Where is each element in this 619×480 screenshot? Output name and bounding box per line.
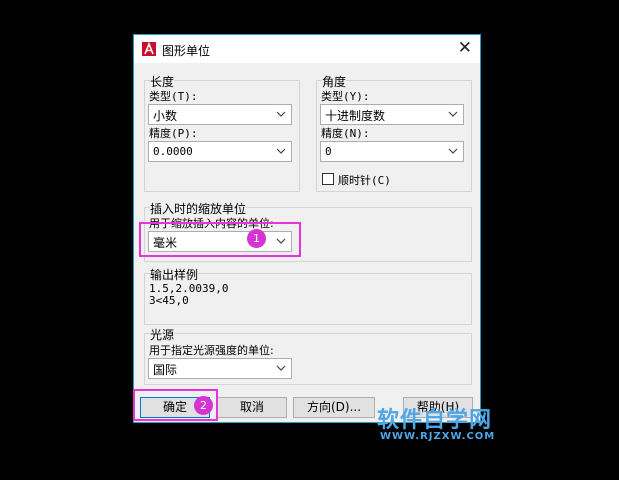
length-precision-select[interactable]: 0.0000 (148, 141, 292, 162)
sample-line-2: 3<45,0 (149, 294, 189, 307)
chevron-down-icon (276, 148, 286, 154)
clockwise-checkbox[interactable] (322, 173, 334, 185)
chevron-down-icon (276, 365, 286, 371)
watermark-url: WWW.RJZXW.COM (380, 431, 496, 442)
chevron-down-icon (276, 111, 286, 117)
sample-group-label: 输出样例 (150, 266, 199, 283)
angle-precision-value: 0 (325, 145, 332, 158)
step-badge-1: 1 (247, 229, 266, 248)
autocad-logo-icon (142, 42, 156, 56)
angle-precision-select[interactable]: 0 (320, 141, 464, 162)
dialog-title: 图形单位 (162, 44, 211, 58)
length-type-value: 小数 (153, 109, 178, 123)
close-icon[interactable]: ✕ (458, 40, 472, 57)
length-type-label: 类型(T): (149, 90, 198, 103)
title-bar[interactable]: 图形单位 ✕ (134, 35, 480, 63)
lighting-group-label: 光源 (150, 326, 175, 343)
lighting-units-value: 国际 (153, 363, 178, 377)
chevron-down-icon (448, 111, 458, 117)
lighting-field-label: 用于指定光源强度的单位: (149, 344, 274, 357)
step-badge-2: 2 (194, 396, 213, 415)
angle-type-value: 十进制度数 (325, 109, 386, 123)
watermark-title: 软件自学网 (377, 408, 493, 433)
length-precision-label: 精度(P): (149, 127, 198, 140)
highlight-insertion-units (139, 222, 301, 257)
clockwise-label[interactable]: 顺时针(C) (338, 172, 391, 188)
cancel-button[interactable]: 取消 (217, 397, 287, 418)
angle-type-label: 类型(Y): (321, 90, 370, 103)
length-precision-value: 0.0000 (153, 145, 193, 158)
direction-button[interactable]: 方向(D)... (293, 397, 375, 418)
chevron-down-icon (448, 148, 458, 154)
lighting-units-select[interactable]: 国际 (148, 358, 292, 379)
length-type-select[interactable]: 小数 (148, 104, 292, 125)
angle-type-select[interactable]: 十进制度数 (320, 104, 464, 125)
angle-precision-label: 精度(N): (321, 127, 370, 140)
